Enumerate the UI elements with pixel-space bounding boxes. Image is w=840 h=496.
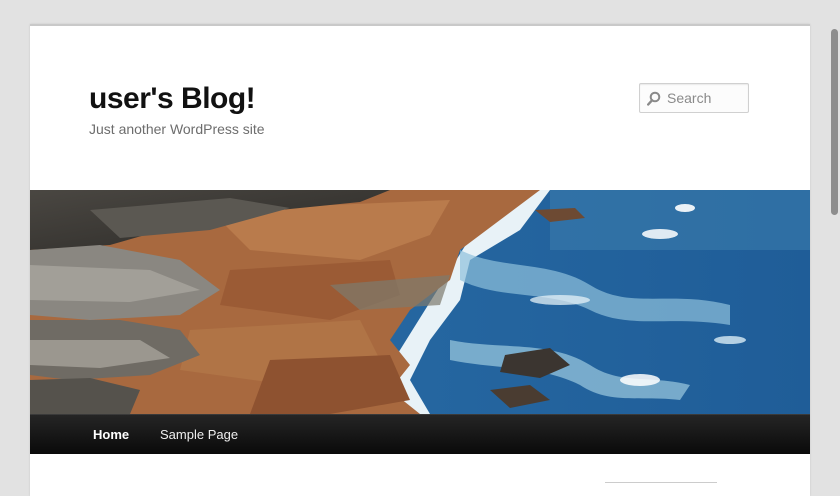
search-form[interactable] xyxy=(639,83,749,113)
vertical-scrollbar[interactable] xyxy=(828,0,840,486)
nav-item-sample-page[interactable]: Sample Page xyxy=(160,415,238,454)
site-description: Just another WordPress site xyxy=(89,121,265,137)
nav-item-home[interactable]: Home xyxy=(93,415,129,454)
main-navigation: Home Sample Page xyxy=(30,414,810,454)
search-input[interactable] xyxy=(667,90,743,106)
header-image[interactable] xyxy=(30,190,810,414)
widget-divider xyxy=(605,482,717,483)
site-title[interactable]: user's Blog! xyxy=(89,81,256,117)
page-container: user's Blog! Just another WordPress site xyxy=(30,24,810,496)
search-icon xyxy=(647,91,661,106)
content-area xyxy=(30,454,810,496)
scrollbar-thumb[interactable] xyxy=(831,29,838,215)
